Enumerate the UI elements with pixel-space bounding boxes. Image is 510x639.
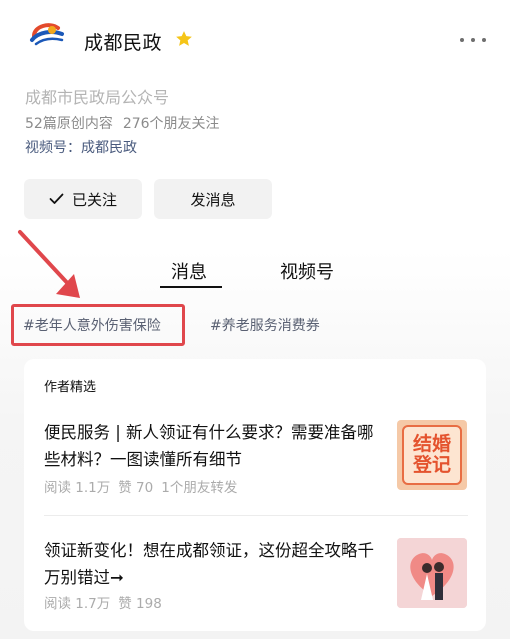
active-tab-indicator (160, 286, 222, 288)
article-meta: 阅读 1.7万赞 198 (44, 592, 162, 612)
tab-video-channel[interactable]: 视频号 (280, 258, 334, 284)
friends-following[interactable]: 276个朋友关注 (123, 116, 220, 132)
divider (44, 515, 468, 516)
original-count: 52篇原创内容 (25, 116, 113, 132)
chengdu-civil-affairs-logo-icon (30, 23, 64, 46)
topic-tag-elderly-insurance[interactable]: #老年人意外伤害保险 (23, 315, 161, 335)
like-count: 赞 70 (118, 480, 154, 496)
article-item[interactable]: 便民服务 | 新人领证有什么要求？需要准备哪些材料？一图读懂所有细节 阅读 1.… (24, 407, 486, 511)
like-count: 赞 198 (118, 596, 162, 612)
article-thumbnail[interactable]: 结婚 登记 (397, 420, 467, 490)
article-thumbnail[interactable] (397, 538, 467, 608)
send-message-button[interactable]: 发消息 (154, 179, 272, 219)
thumb-text-line: 登记 (412, 454, 451, 476)
featured-card: 作者精选 便民服务 | 新人领证有什么要求？需要准备哪些材料？一图读懂所有细节 … (24, 359, 486, 631)
message-label: 发消息 (190, 190, 236, 209)
tab-messages[interactable]: 消息 (171, 258, 207, 284)
followed-button[interactable]: 已关注 (24, 179, 142, 219)
wedding-couple-image (397, 538, 467, 608)
featured-title: 作者精选 (44, 380, 97, 395)
video-channel-link[interactable]: 视频号：成都民政 (25, 137, 137, 157)
account-name: 成都民政 (84, 32, 163, 54)
read-count: 阅读 1.7万 (44, 596, 111, 612)
article-title[interactable]: 领证新变化！想在成都领证，这份超全攻略千万别错过➞ (44, 537, 384, 591)
share-count: 1个朋友转发 (161, 480, 238, 496)
account-logo (28, 20, 68, 58)
article-title[interactable]: 便民服务 | 新人领证有什么要求？需要准备哪些材料？一图读懂所有细节 (44, 419, 384, 473)
account-stats: 52篇原创内容 276个朋友关注 (25, 113, 220, 133)
followed-label: 已关注 (71, 190, 117, 209)
profile-header: 成都民政 (0, 0, 510, 80)
account-description: 成都市民政局公众号 (25, 88, 170, 107)
red-arrow-icon (18, 230, 80, 298)
article-item[interactable]: 领证新变化！想在成都领证，这份超全攻略千万别错过➞ 阅读 1.7万赞 198 (24, 525, 486, 629)
read-count: 阅读 1.1万 (44, 480, 111, 496)
check-icon (49, 193, 64, 204)
topic-tag-elderly-voucher[interactable]: #养老服务消费券 (210, 315, 320, 335)
star-icon[interactable] (174, 29, 194, 49)
thumb-text-line: 结婚 (412, 433, 451, 455)
more-options-icon[interactable] (460, 30, 486, 50)
article-meta: 阅读 1.1万赞 70 1个朋友转发 (44, 476, 237, 496)
